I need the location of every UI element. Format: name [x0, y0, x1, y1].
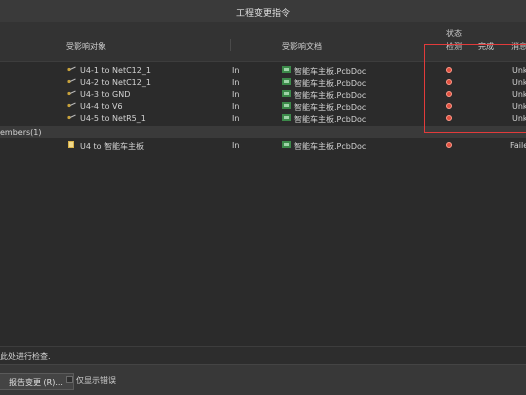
engineering-change-order-dialog: 工程变更指令 状态 受影响对象 受影响文档 检测 完成 消息 U4-1 to N…: [0, 0, 526, 395]
change-list: U4-1 to NetC12_1 In 智能车主板.PcbDoc Unk U4-…: [0, 62, 526, 346]
column-divider[interactable]: [230, 39, 231, 51]
group-header-row[interactable]: embers(1): [0, 126, 526, 138]
pcb-document-icon: [282, 114, 291, 121]
group-label: embers(1): [0, 128, 42, 137]
direction: In: [232, 114, 240, 123]
error-status-icon: [446, 67, 452, 73]
affected-document: 智能车主板.PcbDoc: [294, 115, 367, 124]
pcb-document-icon: [282, 66, 291, 73]
error-status-icon: [446, 142, 452, 148]
report-changes-button[interactable]: 报告变更 (R)...: [0, 373, 74, 390]
error-status-icon: [446, 103, 452, 109]
pcb-document-icon: [282, 141, 291, 148]
column-header-done[interactable]: 完成: [478, 41, 494, 52]
pcb-document-icon: [282, 102, 291, 109]
column-header-message[interactable]: 消息: [511, 41, 526, 52]
message: Unk: [512, 66, 526, 75]
direction: In: [232, 102, 240, 111]
message: Unk: [512, 102, 526, 111]
window-title: 工程变更指令: [235, 9, 290, 19]
status-bar: 此处进行检查.: [0, 346, 526, 365]
message: Unk: [512, 90, 526, 99]
only-show-errors-checkbox[interactable]: [66, 376, 73, 383]
error-status-icon: [446, 79, 452, 85]
direction: In: [232, 66, 240, 75]
component-icon: [68, 141, 74, 148]
error-status-icon: [446, 115, 452, 121]
connection-icon: [67, 66, 76, 72]
table-row[interactable]: U4-1 to NetC12_1 In 智能车主板.PcbDoc Unk: [0, 64, 526, 76]
direction: In: [232, 90, 240, 99]
status-group-label: 状态: [446, 29, 462, 38]
column-header-check[interactable]: 检测: [446, 41, 462, 52]
message: Unk: [512, 114, 526, 123]
affected-object: U4-1 to NetC12_1: [80, 66, 151, 75]
table-row[interactable]: U4 to 智能车主板 In 智能车主板.PcbDoc Faile: [0, 139, 526, 151]
direction: In: [232, 78, 240, 87]
status-message: 此处进行检查.: [0, 352, 51, 361]
message: Faile: [510, 141, 526, 150]
affected-object: U4-3 to GND: [80, 90, 131, 99]
table-row[interactable]: U4-5 to NetR5_1 In 智能车主板.PcbDoc Unk: [0, 112, 526, 124]
affected-document: 智能车主板.PcbDoc: [294, 142, 367, 151]
grid-header: 状态 受影响对象 受影响文档 检测 完成 消息: [0, 22, 526, 71]
affected-object: U4-2 to NetC12_1: [80, 78, 151, 87]
column-header-object[interactable]: 受影响对象: [66, 41, 106, 52]
affected-object: U4-5 to NetR5_1: [80, 114, 146, 123]
connection-icon: [67, 102, 76, 108]
affected-object: U4 to 智能车主板: [80, 142, 145, 151]
connection-icon: [67, 90, 76, 96]
column-header-document[interactable]: 受影响文档: [282, 41, 322, 52]
dialog-footer: 报告变更 (R)... 仅显示错误: [0, 364, 526, 395]
pcb-document-icon: [282, 78, 291, 85]
connection-icon: [67, 78, 76, 84]
table-row[interactable]: U4-2 to NetC12_1 In 智能车主板.PcbDoc Unk: [0, 76, 526, 88]
table-row[interactable]: U4-3 to GND In 智能车主板.PcbDoc Unk: [0, 88, 526, 100]
message: Unk: [512, 78, 526, 87]
only-show-errors-label: 仅显示错误: [76, 376, 116, 385]
connection-icon: [67, 114, 76, 120]
error-status-icon: [446, 91, 452, 97]
title-bar: 工程变更指令: [0, 0, 526, 23]
table-row[interactable]: U4-4 to V6 In 智能车主板.PcbDoc Unk: [0, 100, 526, 112]
affected-object: U4-4 to V6: [80, 102, 123, 111]
pcb-document-icon: [282, 90, 291, 97]
direction: In: [232, 141, 240, 150]
